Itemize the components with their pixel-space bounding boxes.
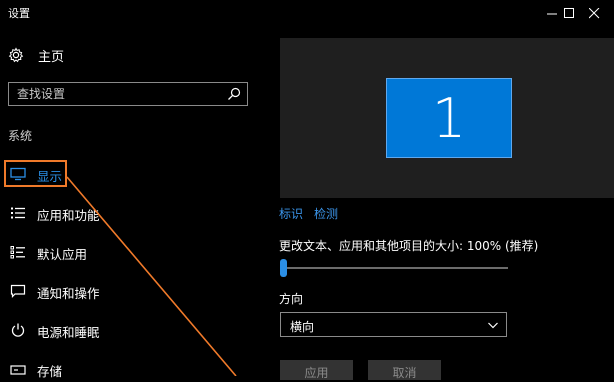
search-input[interactable]	[9, 83, 219, 105]
list-icon	[11, 207, 25, 219]
sidebar-item-label: 存储	[37, 364, 63, 379]
nav-section-label: 系统	[8, 129, 33, 143]
monitor-tile[interactable]: 1	[386, 78, 512, 158]
sidebar-item-label: 通知和操作	[37, 286, 100, 301]
window-title: 设置	[8, 7, 30, 20]
power-icon	[11, 323, 25, 337]
search-box[interactable]	[8, 82, 248, 106]
sidebar-item-label: 应用和功能	[37, 208, 100, 223]
search-icon[interactable]	[227, 87, 241, 101]
sidebar-item-notifications[interactable]: 通知和操作	[0, 278, 250, 304]
close-button[interactable]	[574, 0, 614, 26]
sidebar-item-apps-features[interactable]: 应用和功能	[0, 200, 250, 226]
storage-icon	[10, 365, 26, 375]
orientation-label: 方向	[279, 292, 304, 306]
sidebar-item-power-sleep[interactable]: 电源和睡眠	[0, 317, 250, 343]
identify-link[interactable]: 标识	[279, 207, 303, 221]
sidebar-item-storage[interactable]: 存储	[0, 356, 250, 382]
display-links: 标识 检测	[279, 205, 349, 222]
gear-icon	[8, 47, 24, 63]
annotation-highlight-box	[4, 160, 67, 187]
scale-label: 更改文本、应用和其他项目的大小: 100% (推荐)	[279, 239, 539, 253]
sidebar-item-label: 默认应用	[37, 247, 88, 262]
orientation-select[interactable]: 横向	[280, 312, 507, 337]
sidebar-item-label: 电源和睡眠	[37, 325, 100, 340]
default-apps-icon	[10, 246, 25, 259]
monitor-number: 1	[431, 86, 467, 150]
title-bar: 设置	[0, 0, 614, 26]
scale-slider-track[interactable]	[280, 267, 508, 269]
nav-home[interactable]: 主页	[8, 44, 64, 66]
apply-button[interactable]: 应用	[280, 360, 353, 380]
sidebar-item-default-apps[interactable]: 默认应用	[0, 239, 250, 265]
chevron-down-icon	[488, 322, 498, 329]
detect-link[interactable]: 检测	[314, 207, 338, 221]
close-icon	[588, 7, 599, 18]
scale-slider-thumb[interactable]	[280, 259, 287, 277]
message-icon	[10, 284, 26, 298]
orientation-value: 横向	[290, 320, 315, 334]
nav-home-label: 主页	[38, 49, 65, 65]
cancel-button[interactable]: 取消	[368, 360, 441, 380]
maximize-icon	[563, 7, 574, 18]
